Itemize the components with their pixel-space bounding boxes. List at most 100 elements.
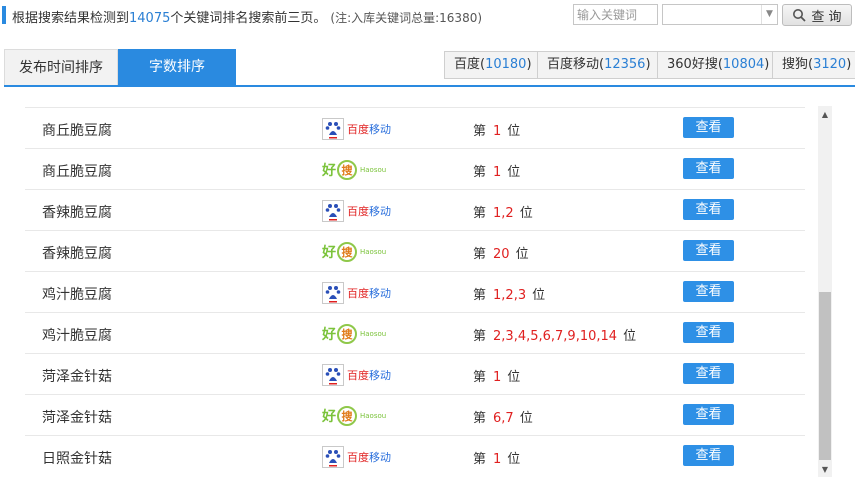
logo-text: 移动: [369, 451, 391, 464]
rank-prefix: 第: [473, 370, 487, 385]
logo-text: 百度: [347, 205, 369, 218]
rank-suffix: 位: [519, 411, 533, 426]
keyword-text: 菏泽金针菇: [42, 410, 112, 426]
engine-filter-baidu[interactable]: 百度(10180): [444, 51, 542, 79]
view-button[interactable]: 查看: [683, 281, 734, 302]
logo-text: 移动: [369, 287, 391, 300]
view-button[interactable]: 查看: [683, 404, 734, 425]
filter-select[interactable]: ▼: [662, 4, 778, 25]
search-icon: [793, 9, 807, 22]
baidu-paw-icon: [322, 446, 344, 468]
rank-positions: 2,3,4,5,6,7,9,10,14: [493, 329, 618, 344]
rank-suffix: 位: [532, 288, 546, 303]
baidu-paw-icon: [322, 364, 344, 386]
haosou-logo: 好 搜 Haosou: [322, 322, 386, 346]
engine-filter-baidu-mobile[interactable]: 百度移动(12356): [537, 51, 661, 79]
query-button[interactable]: 查 询: [782, 4, 852, 26]
rank-text: 第1位: [473, 161, 520, 180]
scrollbar-thumb[interactable]: [819, 292, 831, 460]
logo-text: 好: [322, 245, 336, 261]
table-row: 鸡汁脆豆腐 百度移动 第 1,2,3 位 查看: [25, 271, 805, 312]
baidu-mobile-logo: 百度移动: [322, 281, 391, 305]
logo-text: 百度: [347, 369, 369, 382]
accent-bar: [2, 6, 6, 24]
chevron-down-icon[interactable]: ▼: [761, 5, 777, 24]
engine-filter-360haosou[interactable]: 360好搜(10804): [657, 51, 780, 79]
rank-prefix: 第: [473, 206, 487, 221]
view-button[interactable]: 查看: [683, 240, 734, 261]
haosou-logo: 好 搜 Haosou: [322, 158, 386, 182]
logo-text: 移动: [369, 369, 391, 382]
sort-tabs: 发布时间排序 字数排序 百度(10180) 百度移动(12356) 360好搜(…: [4, 49, 855, 87]
table-row: 菏泽金针菇 好 搜 Haosou 第 6,7 位 查看: [25, 394, 805, 435]
table-row: 日照金针菇 百度移动 第1位 查看: [25, 435, 805, 476]
rank-text: 第 20 位: [473, 243, 529, 262]
engine-filter-sogou[interactable]: 搜狗(3120): [772, 51, 855, 79]
scroll-up-icon[interactable]: ▲: [818, 108, 832, 122]
view-button[interactable]: 查看: [683, 158, 734, 179]
query-button-label: 查 询: [811, 9, 842, 25]
summary-count: 14075: [129, 11, 171, 26]
tab-word-count[interactable]: 字数排序: [118, 49, 236, 85]
keyword-text: 日照金针菇: [42, 451, 112, 467]
keyword-text: 香辣脆豆腐: [42, 246, 112, 262]
keyword-text: 鸡汁脆豆腐: [42, 328, 112, 344]
logo-text: 百度: [347, 287, 369, 300]
engine-count: 10804: [722, 57, 765, 72]
view-button[interactable]: 查看: [683, 199, 734, 220]
summary-text: 根据搜索结果检测到14075个关键词排名搜索前三页。 (注:入库关键词总量:163…: [12, 7, 482, 26]
keyword-text: 菏泽金针菇: [42, 369, 112, 385]
table-row: 鸡汁脆豆腐 好 搜 Haosou 第 2,3,4,5,6,7,9,10,14 位 查…: [25, 312, 805, 353]
view-button[interactable]: 查看: [683, 363, 734, 384]
engine-name: 百度移动: [547, 57, 600, 72]
rank-suffix: 位: [515, 247, 529, 262]
rank-text: 第 1,2,3 位: [473, 284, 545, 303]
logo-text: 移动: [369, 123, 391, 136]
scroll-down-icon[interactable]: ▼: [818, 463, 832, 477]
logo-text: Haosou: [360, 330, 387, 338]
scrollbar[interactable]: ▲ ▼: [818, 106, 832, 477]
view-button[interactable]: 查看: [683, 445, 734, 466]
rank-text: 第 2,3,4,5,6,7,9,10,14 位: [473, 325, 636, 344]
rank-prefix: 第: [473, 165, 487, 180]
rank-positions: 6,7: [493, 411, 514, 426]
table-row: 香辣脆豆腐 好 搜 Haosou 第 20 位 查看: [25, 230, 805, 271]
haosou-logo: 好 搜 Haosou: [322, 404, 386, 428]
logo-text: 好: [322, 163, 336, 179]
table-row: 商丘脆豆腐 百度移动 第1位 查看: [25, 107, 805, 148]
rank-text: 第 6,7 位: [473, 407, 533, 426]
table-row: 商丘脆豆腐 好 搜 Haosou 第1位 查看: [25, 148, 805, 189]
haosou-icon: 搜: [337, 406, 357, 426]
baidu-paw-icon: [322, 282, 344, 304]
baidu-mobile-logo: 百度移动: [322, 445, 391, 469]
rank-prefix: 第: [473, 288, 487, 303]
haosou-logo: 好 搜 Haosou: [322, 240, 386, 264]
summary-suffix: 个关键词排名搜索前三页。: [170, 11, 327, 26]
baidu-mobile-logo: 百度移动: [322, 117, 391, 141]
rank-positions: 1: [493, 452, 502, 467]
summary-bar: 根据搜索结果检测到14075个关键词排名搜索前三页。 (注:入库关键词总量:163…: [0, 0, 855, 32]
haosou-icon: 搜: [337, 242, 357, 262]
engine-count: 12356: [604, 57, 646, 72]
view-button[interactable]: 查看: [683, 117, 734, 138]
rank-prefix: 第: [473, 247, 487, 262]
keyword-search-input[interactable]: [573, 4, 658, 25]
tab-publish-time[interactable]: 发布时间排序: [4, 49, 118, 85]
baidu-mobile-logo: 百度移动: [322, 199, 391, 223]
rank-suffix: 位: [507, 370, 521, 385]
logo-text: Haosou: [360, 248, 387, 256]
engine-name: 百度: [454, 57, 481, 72]
view-button[interactable]: 查看: [683, 322, 734, 343]
keyword-text: 商丘脆豆腐: [42, 164, 112, 180]
rank-suffix: 位: [507, 452, 521, 467]
rank-prefix: 第: [473, 452, 487, 467]
haosou-icon: 搜: [337, 160, 357, 180]
baidu-paw-icon: [322, 118, 344, 140]
rank-suffix: 位: [507, 165, 521, 180]
rank-text: 第 1,2 位: [473, 202, 533, 221]
engine-name: 搜狗: [782, 57, 809, 72]
rank-positions: 1,2,3: [493, 288, 527, 303]
rank-suffix: 位: [507, 124, 521, 139]
engine-count: 10180: [485, 57, 527, 72]
engine-count: 3120: [813, 57, 847, 72]
